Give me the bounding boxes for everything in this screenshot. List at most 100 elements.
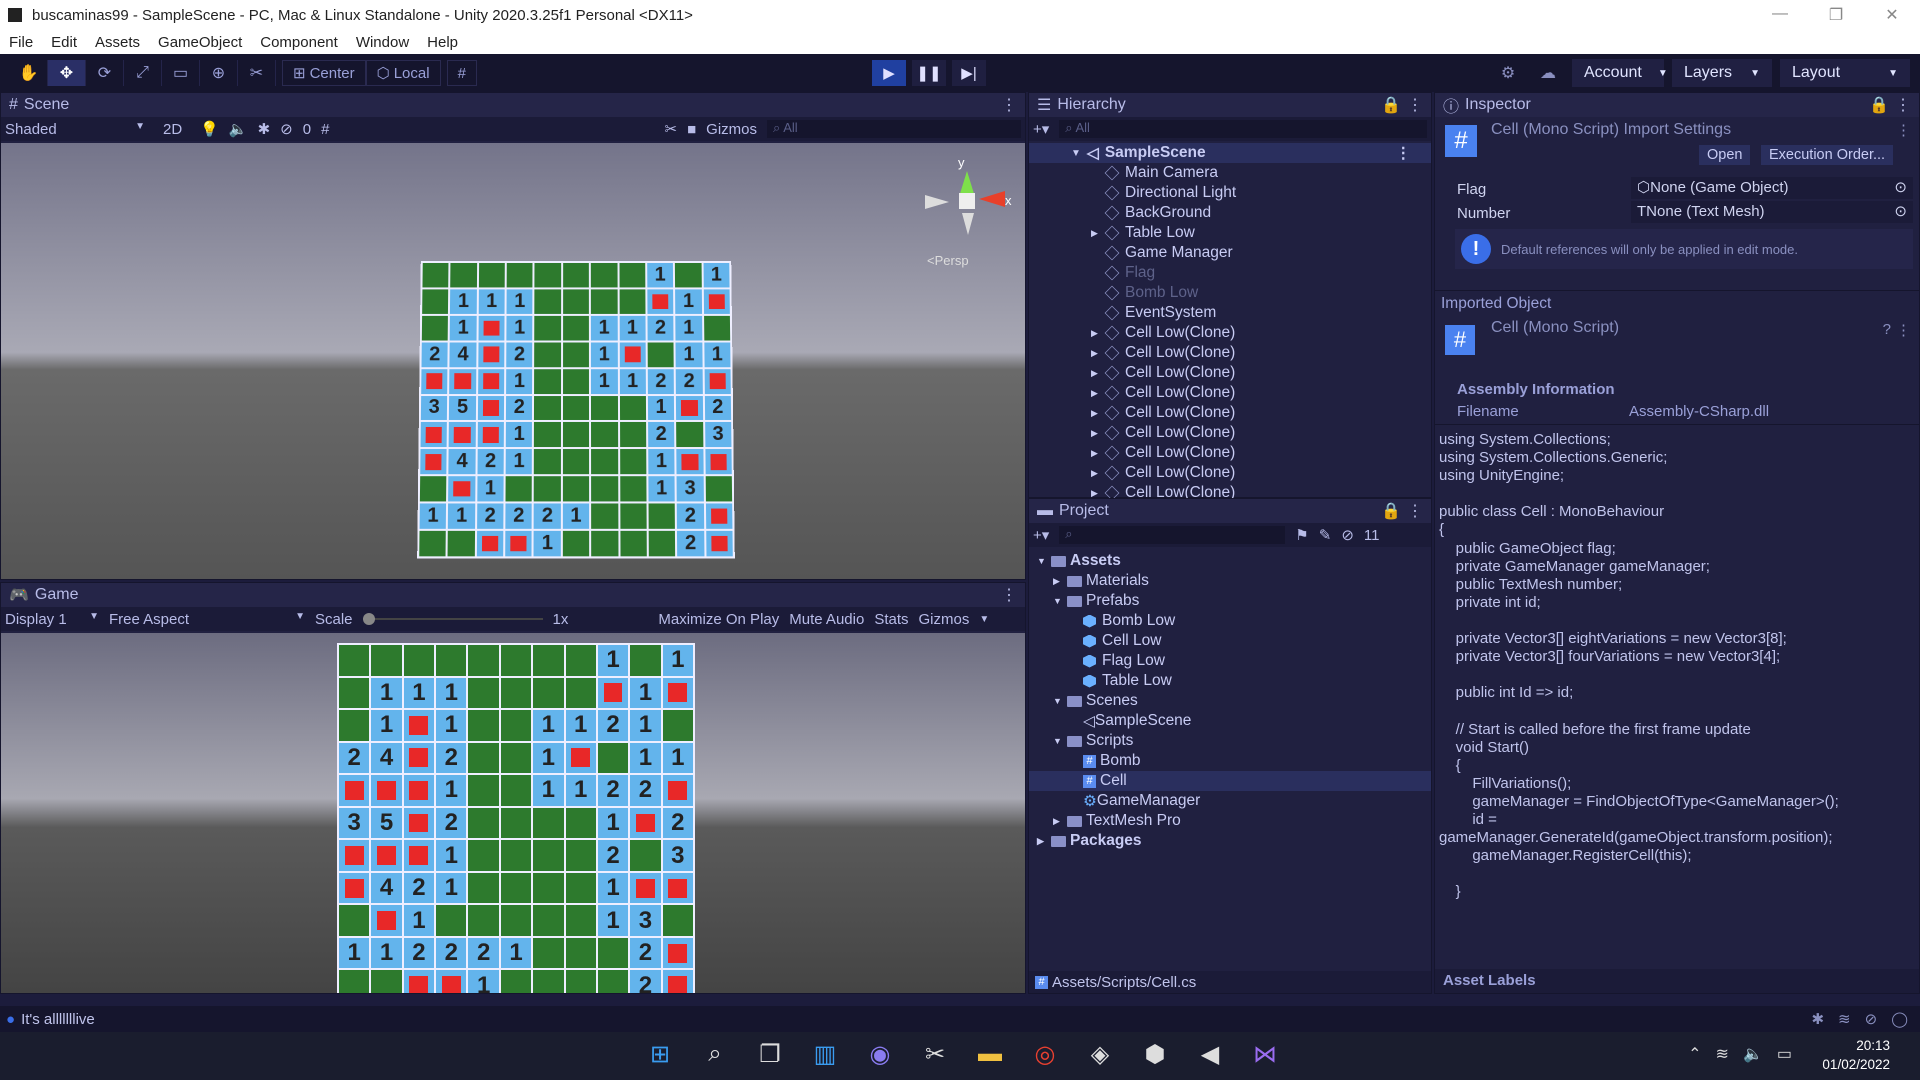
hidden-cell[interactable] [501,775,531,806]
scene-tab[interactable]: # Scene ⋮ [1,93,1025,117]
menu-gameobject[interactable]: GameObject [149,34,251,51]
number-cell[interactable]: 1 [420,504,447,529]
expand-arrow-icon[interactable]: ▼ [1071,148,1081,159]
lighting-icon[interactable]: 💡 [200,120,219,138]
unity-editor-icon[interactable]: ◀ [1190,1034,1230,1074]
play-button[interactable]: ▶ [872,60,906,86]
number-cell[interactable]: 3 [630,905,660,936]
number-cell[interactable]: 1 [630,710,660,741]
number-cell[interactable]: 2 [630,970,660,993]
menu-help[interactable]: Help [418,34,467,51]
hidden-cell[interactable] [535,342,561,367]
hierarchy-item[interactable]: ▶ Cell Low(Clone) [1029,403,1431,423]
step-button[interactable]: ▶| [952,60,986,86]
number-cell[interactable]: 1 [339,938,369,969]
expand-arrow-icon[interactable]: ▶ [1091,388,1105,399]
hidden-cell[interactable] [535,263,561,287]
hidden-cell[interactable] [339,710,369,741]
expand-arrow-icon[interactable]: ▶ [1091,448,1105,459]
custom-tool-icon[interactable]: ✂ [238,60,276,86]
number-cell[interactable]: 5 [449,396,476,421]
rotate-tool-icon[interactable]: ⟳ [86,60,124,86]
number-cell[interactable]: 2 [421,342,448,367]
number-cell[interactable]: 2 [477,449,504,474]
flagged-cell[interactable] [339,775,369,806]
expand-arrow-icon[interactable]: ▼ [1053,596,1067,606]
number-cell[interactable]: 1 [404,678,434,709]
menu-assets[interactable]: Assets [86,34,149,51]
hidden-cell[interactable] [563,396,589,421]
kebab-menu-icon[interactable]: ⋮ [1896,121,1911,139]
debugger-icon[interactable]: ✱ [1811,1010,1824,1028]
number-cell[interactable]: 2 [598,840,628,871]
hidden-cell[interactable] [533,905,563,936]
flagged-cell[interactable] [371,905,401,936]
flagged-cell[interactable] [663,873,693,904]
hidden-cell[interactable] [534,422,560,447]
flagged-cell[interactable] [566,743,596,774]
hidden-cell[interactable] [468,743,498,774]
visual-studio-icon[interactable]: ⋈ [1245,1034,1285,1074]
flagged-cell[interactable] [448,476,475,501]
flagged-cell[interactable] [505,531,532,556]
number-cell[interactable]: 2 [648,422,675,447]
number-cell[interactable]: 2 [477,504,504,529]
hidden-cell[interactable] [591,531,618,556]
hidden-cell[interactable] [563,263,589,287]
task-view-icon[interactable]: ❐ [750,1034,790,1074]
hidden-cell[interactable] [448,531,475,556]
shading-dropdown[interactable]: Shaded ▼ [5,121,145,138]
number-cell[interactable]: 1 [704,342,731,367]
flagged-cell[interactable] [404,775,434,806]
hidden-cell[interactable] [649,531,676,556]
hidden-cell[interactable] [566,678,596,709]
number-cell[interactable]: 1 [663,645,693,676]
number-cell[interactable]: 1 [506,422,533,447]
flagged-cell[interactable] [598,678,628,709]
gizmos-toggle[interactable]: Gizmos [919,611,970,628]
flagged-cell[interactable] [371,775,401,806]
vscode-icon[interactable]: ◈ [1080,1034,1120,1074]
hidden-cell[interactable] [501,905,531,936]
flagged-cell[interactable] [619,342,645,367]
number-cell[interactable]: 1 [448,504,475,529]
number-cell[interactable]: 2 [647,316,673,341]
hidden-cell[interactable] [506,476,533,501]
hidden-cell[interactable] [501,678,531,709]
filter-by-label-icon[interactable]: ✎ [1319,526,1332,544]
chrome-icon[interactable]: ◎ [1025,1034,1065,1074]
number-cell[interactable]: 1 [534,531,561,556]
number-cell[interactable]: 4 [371,743,401,774]
kebab-menu-icon[interactable]: ⋮ [1001,585,1017,605]
rect-tool-icon[interactable]: ▭ [162,60,200,86]
kebab-menu-icon[interactable]: ⋮ [1896,321,1911,339]
snap-grid-toggle[interactable]: # [447,60,477,86]
hidden-cell[interactable] [501,710,531,741]
progress-icon[interactable]: ◯ [1891,1010,1908,1028]
hierarchy-item[interactable]: ▶ Cell Low(Clone) [1029,343,1431,363]
number-cell[interactable]: 1 [533,710,563,741]
hidden-cell[interactable] [468,710,498,741]
flagged-cell[interactable] [404,743,434,774]
flag-field[interactable]: ⬡None (Game Object) ⊙ [1631,177,1913,199]
hidden-cell[interactable] [620,531,647,556]
hidden-cell[interactable] [436,905,466,936]
number-cell[interactable]: 2 [468,938,498,969]
number-cell[interactable]: 1 [371,938,401,969]
slider-handle[interactable] [363,613,375,625]
lock-icon[interactable]: 🔒 [1381,501,1401,521]
flagged-cell[interactable] [404,710,434,741]
hidden-cell[interactable] [404,645,434,676]
number-cell[interactable]: 1 [371,710,401,741]
hidden-cell[interactable] [501,743,531,774]
transform-tool-icon[interactable]: ⊕ [200,60,238,86]
hierarchy-item[interactable]: Game Manager [1029,243,1431,263]
project-item[interactable]: ▼ Assets [1029,551,1431,571]
search-icon[interactable]: ⌕ [695,1034,735,1074]
hidden-cell[interactable] [705,476,732,501]
hidden-cell[interactable] [468,905,498,936]
flagged-cell[interactable] [339,873,369,904]
number-cell[interactable]: 1 [676,342,702,367]
aspect-dropdown[interactable]: Free Aspect ▼ [109,611,305,628]
project-search-input[interactable]: ⌕ [1059,526,1285,544]
